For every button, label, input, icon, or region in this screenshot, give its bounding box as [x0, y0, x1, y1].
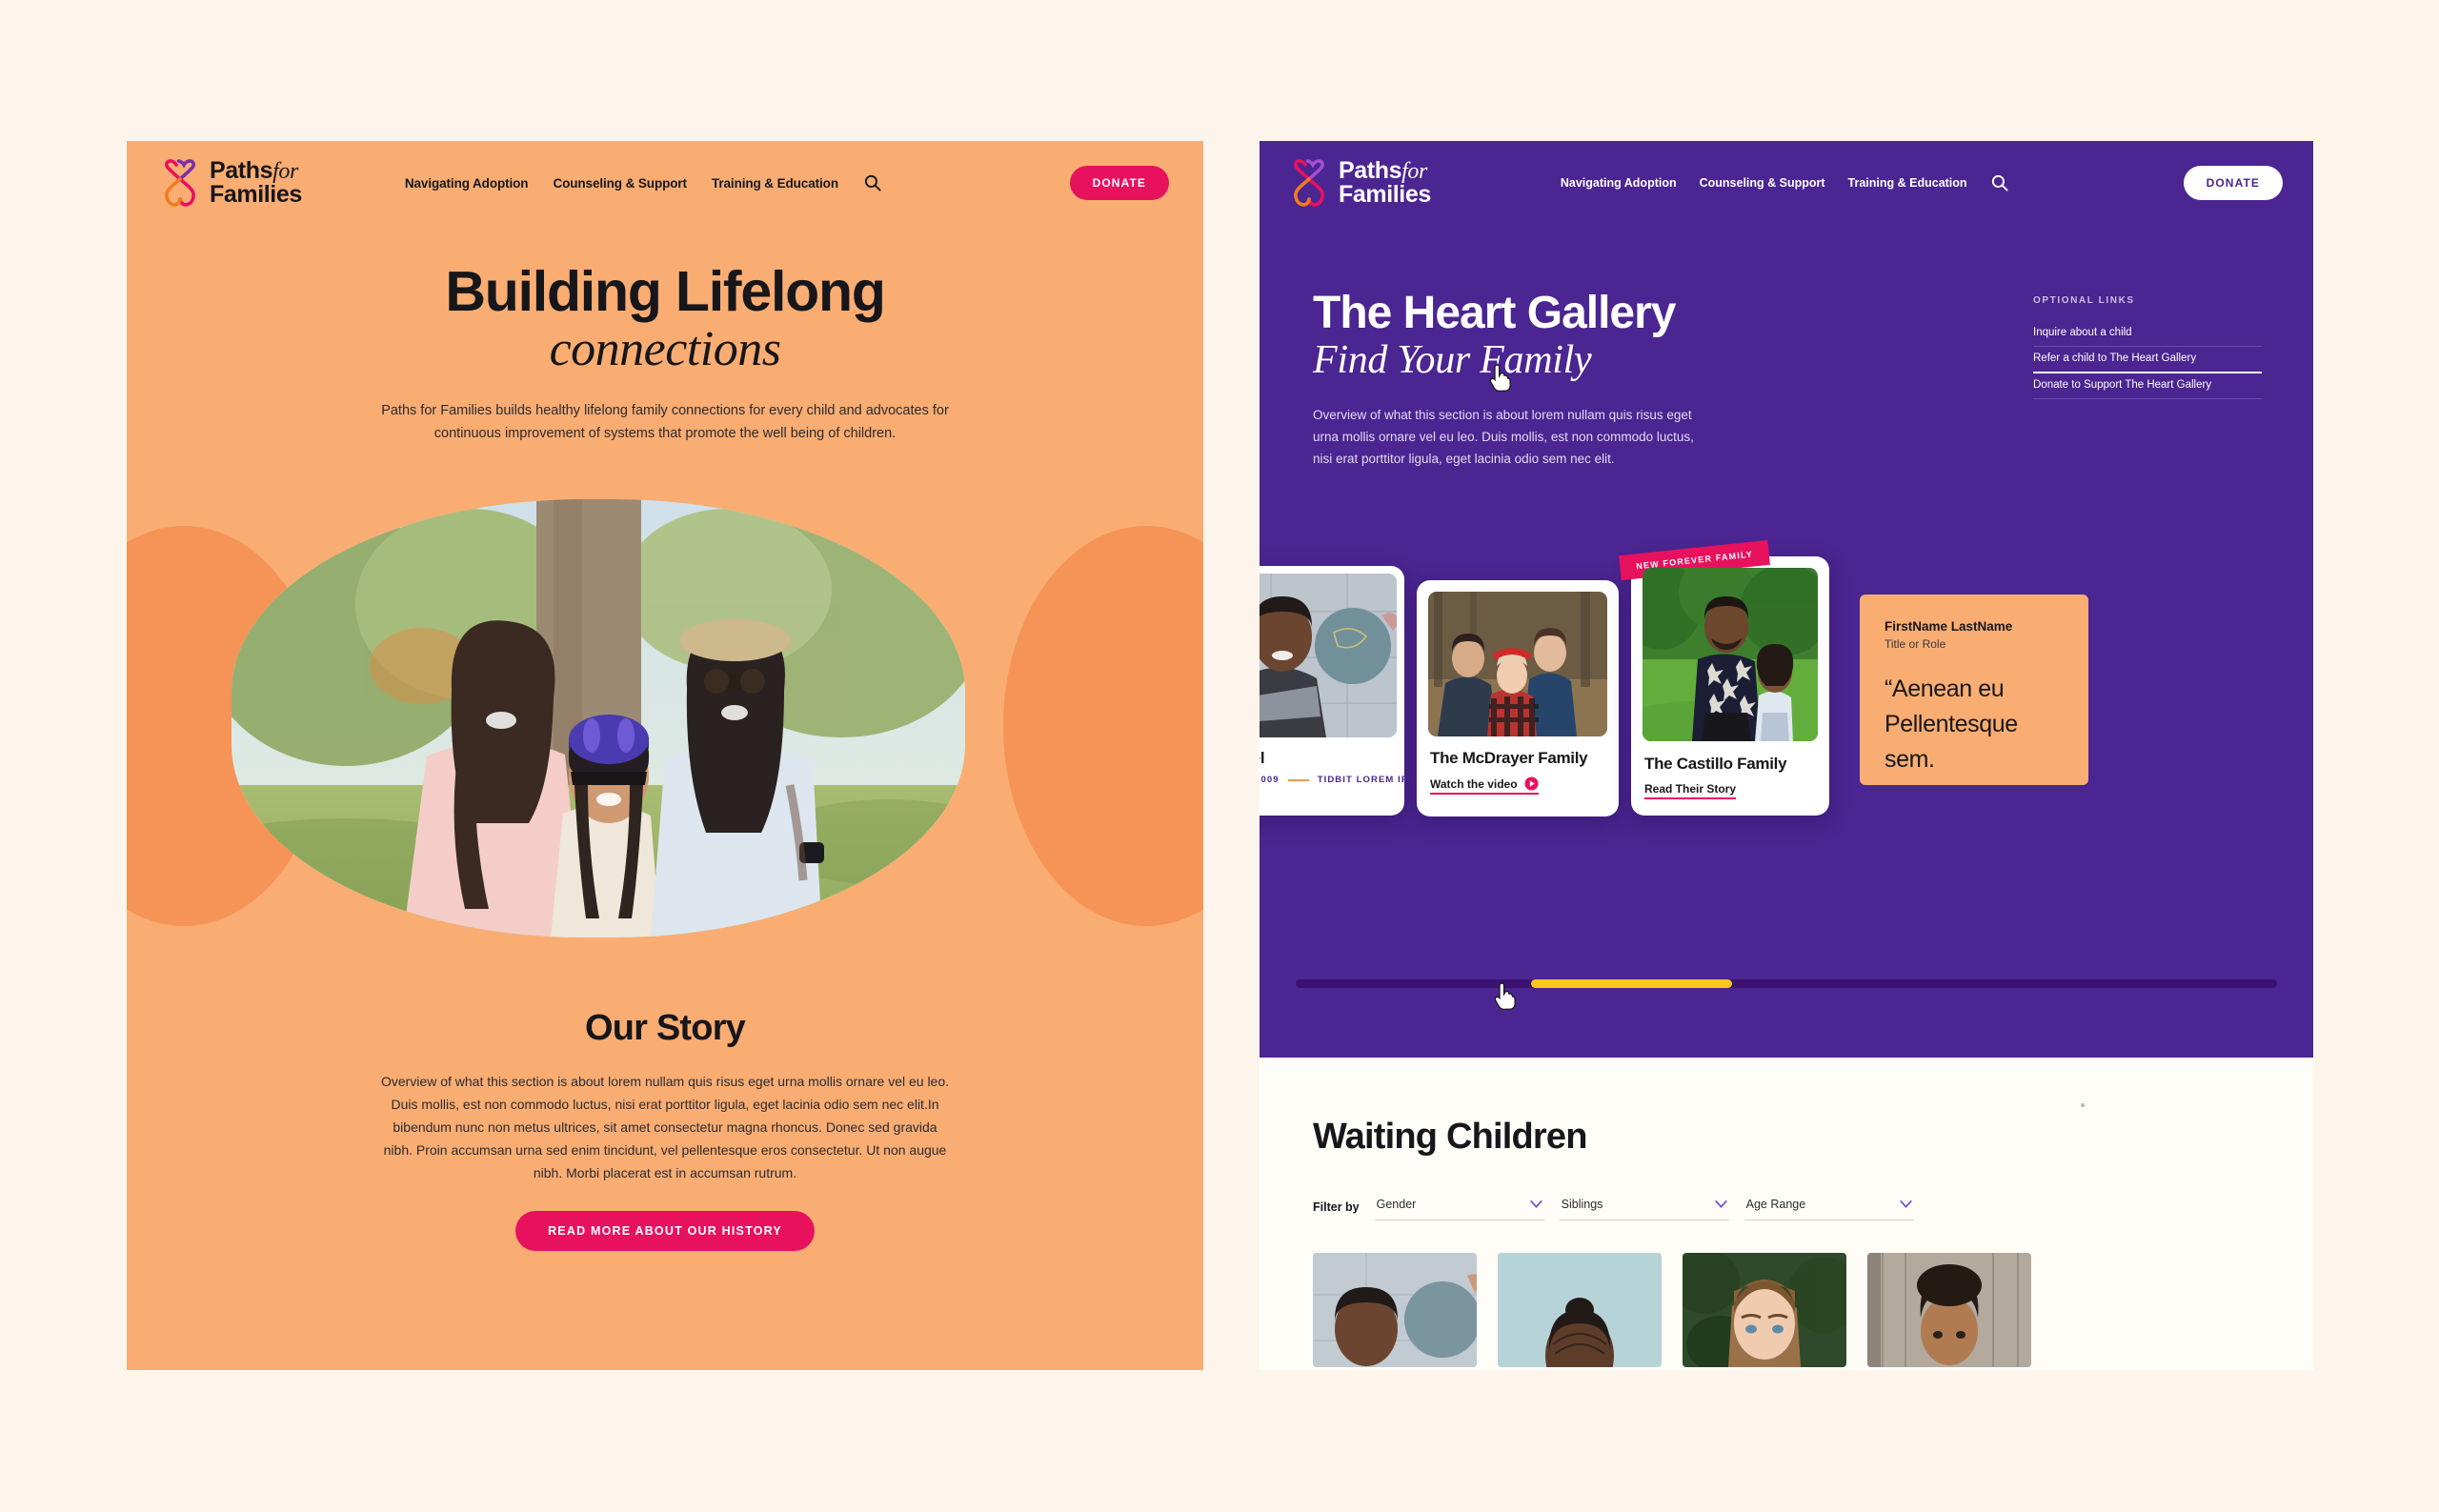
- filter-siblings-value: Siblings: [1561, 1198, 1603, 1211]
- hero-family-photo: [232, 499, 965, 938]
- filter-select-gender[interactable]: Gender: [1374, 1194, 1544, 1220]
- nav-training-education[interactable]: Training & Education: [1848, 176, 1967, 190]
- left-hero-script: connections: [549, 321, 781, 376]
- heart-gallery-carousel[interactable]: aniel N IN 2009 TIDBIT LOREM IPSUM: [1260, 539, 2313, 871]
- right-hero-script: Find Your Family: [1313, 338, 1592, 383]
- filter-age-range-value: Age Range: [1745, 1198, 1806, 1211]
- watch-video-link[interactable]: Watch the video: [1430, 776, 1539, 795]
- logo-line1-italic: for: [272, 158, 298, 184]
- left-header: Pathsfor Families Navigating Adoption Co…: [127, 141, 1203, 225]
- logo-wordmark: Pathsfor Families: [1339, 156, 1431, 208]
- our-story-body: Overview of what this section is about l…: [380, 1074, 950, 1181]
- carousel-card-child[interactable]: aniel N IN 2009 TIDBIT LOREM IPSUM: [1260, 566, 1431, 816]
- right-page-mockup: Pathsfor Families Navigating Adoption Co…: [1260, 141, 2313, 1370]
- logo-paths-for-families[interactable]: Pathsfor Families: [161, 156, 302, 208]
- optional-link-label[interactable]: Refer a child to The Heart Gallery: [2033, 353, 2262, 364]
- optional-links-title: OPTIONAL LINKS: [2033, 295, 2135, 306]
- logo-line2: Families: [1339, 181, 1431, 208]
- right-primary-nav: Navigating Adoption Counseling & Support…: [1561, 173, 2009, 192]
- optional-link-inquire[interactable]: Inquire about a child: [2033, 321, 2262, 347]
- right-hero-headline: The Heart Gallery: [1313, 288, 1677, 338]
- card-meta-left: N IN 2009: [1260, 775, 1280, 785]
- optional-link-label[interactable]: Inquire about a child: [2033, 327, 2262, 338]
- right-header: Pathsfor Families Navigating Adoption Co…: [1260, 141, 2313, 225]
- nav-navigating-adoption[interactable]: Navigating Adoption: [405, 176, 529, 191]
- right-hero-subtext: Overview of what this section is about l…: [1313, 407, 1694, 466]
- nav-navigating-adoption[interactable]: Navigating Adoption: [1561, 176, 1677, 190]
- decorative-blob-right: [1003, 526, 1203, 927]
- read-more-history-button[interactable]: READ MORE ABOUT OUR HISTORY: [515, 1211, 815, 1252]
- optional-links-panel: OPTIONAL LINKS Inquire about a child Ref…: [2033, 295, 2262, 399]
- infinity-hearts-logo-icon: [1294, 159, 1324, 207]
- meta-divider: [1287, 778, 1309, 781]
- carousel-scrollbar-track[interactable]: [1296, 979, 2277, 988]
- testimonial-role: Title or Role: [1885, 637, 1946, 651]
- filter-bar: Filter by Gender Siblings Age Range: [1313, 1194, 2260, 1220]
- play-icon: [1524, 776, 1539, 791]
- carousel-card-mcdrayer[interactable]: The McDrayer Family Watch the video: [1417, 580, 1619, 816]
- testimonial-name: FirstName LastName: [1885, 619, 2013, 634]
- carousel-card-castillo[interactable]: NEW FOREVER FAMILY The Castillo Family R…: [1619, 539, 1829, 816]
- chevron-down-icon: [1529, 1200, 1542, 1208]
- nav-training-education[interactable]: Training & Education: [712, 176, 838, 191]
- optional-link-donate[interactable]: Donate to Support The Heart Gallery: [2033, 373, 2262, 399]
- testimonial-card: FirstName LastName Title or Role “Aenean…: [1860, 595, 2088, 785]
- left-hero-subtext: Paths for Families builds healthy lifelo…: [381, 403, 949, 442]
- carousel-scrollbar-thumb[interactable]: [1531, 979, 1733, 988]
- infinity-hearts-logo-icon: [165, 159, 195, 207]
- filter-select-age-range[interactable]: Age Range: [1744, 1194, 1914, 1220]
- heart-gallery-hero: Pathsfor Families Navigating Adoption Co…: [1260, 141, 2313, 1058]
- logo-line1: Paths: [210, 156, 273, 184]
- testimonial-line-3: sem.: [1885, 746, 1935, 773]
- logo-line1: Paths: [1339, 156, 1402, 184]
- nav-counseling-support[interactable]: Counseling & Support: [553, 176, 687, 191]
- filter-gender-value: Gender: [1376, 1198, 1417, 1211]
- search-icon[interactable]: [863, 173, 882, 192]
- canvas: Pathsfor Families Navigating Adoption Co…: [0, 0, 2439, 1512]
- optional-link-refer[interactable]: Refer a child to The Heart Gallery: [2033, 347, 2262, 373]
- watch-video-label: Watch the video: [1430, 776, 1518, 791]
- card-child-name: aniel: [1260, 749, 1265, 767]
- card-photo: [1428, 592, 1607, 736]
- logo-wordmark: Pathsfor Families: [210, 156, 302, 208]
- filter-select-siblings[interactable]: Siblings: [1559, 1194, 1729, 1220]
- card-family-name: The McDrayer Family: [1430, 749, 1588, 767]
- card-meta-right: TIDBIT LOREM IPSUM: [1317, 775, 1432, 785]
- testimonial-line-1: “Aenean eu: [1885, 675, 2005, 702]
- card-photo: [1643, 568, 1818, 741]
- chevron-down-icon: [1899, 1200, 1912, 1208]
- left-primary-nav: Navigating Adoption Counseling & Support…: [405, 173, 882, 192]
- left-hero-media: [127, 480, 1203, 976]
- left-hero-headline: Building Lifelong: [445, 260, 886, 323]
- our-story-section: Our Story Overview of what this section …: [127, 1008, 1203, 1252]
- nav-counseling-support[interactable]: Counseling & Support: [1700, 176, 1825, 190]
- card-child-meta: N IN 2009 TIDBIT LOREM IPSUM: [1260, 775, 1431, 785]
- filter-by-label: Filter by: [1313, 1200, 1360, 1214]
- decorative-dot: [2081, 1103, 2085, 1107]
- logo-paths-for-families-light[interactable]: Pathsfor Families: [1290, 156, 1431, 208]
- waiting-children-heading: Waiting Children: [1313, 1117, 1587, 1157]
- child-thumbnail[interactable]: [1313, 1253, 1477, 1367]
- testimonial-line-2: Pellentesque: [1885, 711, 2018, 737]
- chevron-down-icon: [1714, 1200, 1727, 1208]
- waiting-children-section: Waiting Children Filter by Gender Siblin…: [1260, 1058, 2313, 1370]
- card-family-name: The Castillo Family: [1644, 755, 1787, 773]
- our-story-heading: Our Story: [584, 1008, 746, 1049]
- child-thumbnail[interactable]: [1498, 1253, 1662, 1367]
- donate-button[interactable]: DONATE: [1069, 166, 1169, 200]
- logo-line2: Families: [210, 181, 302, 208]
- child-thumbnail[interactable]: [1867, 1253, 2031, 1367]
- optional-link-label[interactable]: Donate to Support The Heart Gallery: [2033, 379, 2262, 391]
- card-photo: [1260, 574, 1397, 737]
- donate-button[interactable]: DONATE: [2183, 166, 2283, 200]
- waiting-children-grid: [1313, 1253, 2260, 1367]
- search-icon[interactable]: [1990, 173, 2009, 192]
- child-thumbnail[interactable]: [1683, 1253, 1846, 1367]
- logo-line1-italic: for: [1401, 158, 1427, 184]
- left-page-mockup: Pathsfor Families Navigating Adoption Co…: [127, 141, 1203, 1370]
- read-their-story-link[interactable]: Read Their Story: [1644, 782, 1737, 799]
